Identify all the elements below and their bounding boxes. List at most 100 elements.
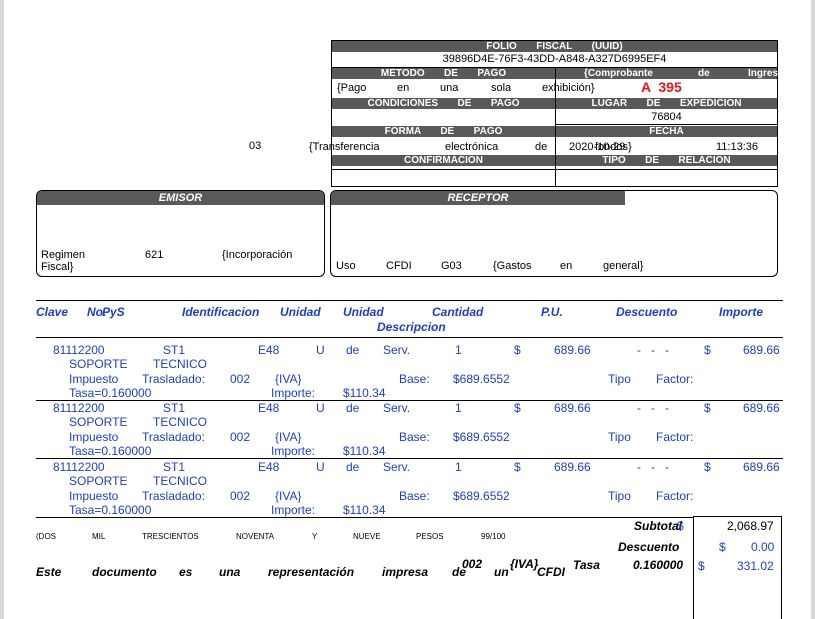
row-clave: 81112200 [53, 343, 105, 357]
lugar-label: LUGAR DE EXPEDICION [591, 98, 742, 109]
fecha-time: 11:13:36 [716, 141, 759, 153]
row-cantidad: 1 [455, 343, 462, 357]
row-importe: 689.66 [743, 401, 780, 415]
page-frame-left [0, 0, 4, 619]
row-descuento: - - - [637, 401, 669, 415]
col-header-clave: Clave [36, 305, 69, 319]
metodo-pago-word: sola [491, 82, 512, 94]
col-header-identificacion: Identificacion [182, 305, 260, 319]
col-header-descripcion: Descripcion [377, 320, 446, 334]
forma-pago-code: 03 [249, 140, 262, 152]
receptor-uso-word: en [560, 260, 573, 272]
leyenda-word: representación [268, 565, 355, 579]
row-ident: ST1 [163, 343, 186, 357]
row-base: $689.6552 [453, 430, 510, 444]
row-tax-code: 002 [230, 372, 251, 386]
row-impuesto: Impuesto [69, 430, 119, 444]
importe-letra-word: NOVENTA [236, 532, 275, 541]
row-base-label: Base: [399, 430, 430, 444]
page-frame-right [811, 0, 815, 619]
row-unidad: E48 [258, 460, 280, 474]
row-importe-impuesto: $110.34 [343, 503, 386, 517]
col-header-pu: P.U. [541, 305, 563, 319]
confirmacion-label: CONFIRMACION [404, 155, 483, 166]
row-importe-label: Importe: [271, 444, 316, 458]
row-serv: Serv. [383, 401, 411, 415]
row-tasa: Tasa=0.160000 [69, 503, 152, 517]
importe-letra-word: NUEVE [353, 532, 381, 541]
row-trasladado: Trasladado: [142, 489, 205, 503]
tipo-relacion-header: TIPO DE RELACION [556, 155, 777, 166]
comprobante-word: {Comprobante [584, 68, 653, 79]
row-pu-sign: $ [514, 401, 521, 415]
row-unidad: E48 [258, 401, 280, 415]
forma-pago-label: FORMA DE PAGO [384, 126, 503, 137]
row-desc-2: TECNICO [153, 357, 207, 371]
row-importe-impuesto: $110.34 [343, 444, 386, 458]
leyenda-word: CFDI [537, 565, 565, 579]
forma-pago-word: electrónica [445, 141, 499, 153]
confirmacion-header: CONFIRMACION [332, 155, 555, 166]
row-impuesto: Impuesto [69, 372, 119, 386]
importe-letra-word: TRESCIENTOS [142, 532, 199, 541]
row-tipo: Tipo [608, 430, 631, 444]
metodo-pago-header: METODO DE PAGO [332, 68, 555, 79]
receptor-title: RECEPTOR [331, 191, 625, 205]
receptor-uso-word: G03 [441, 260, 462, 272]
row-ident: ST1 [163, 401, 186, 415]
row-desc-1: SOPORTE [69, 357, 128, 371]
row-desc-2: TECNICO [153, 415, 207, 429]
col-header-importe: Importe [719, 305, 764, 319]
metodo-pago-word: una [440, 82, 459, 94]
subtotal-label: Subtotal [634, 519, 682, 533]
row-desc-1: SOPORTE [69, 474, 128, 488]
leyenda-tax-code: 002 [462, 557, 483, 571]
receptor-uso-word: {Gastos [493, 260, 532, 272]
row-u: U [316, 401, 325, 415]
receptor-uso-word: Uso [336, 260, 356, 272]
row-tipo: Tipo [608, 372, 631, 386]
emisor-box: EMISOR Regimen Fiscal} 621 {Incorporació… [36, 190, 325, 277]
row-pu: 689.66 [554, 401, 591, 415]
leyenda-word: una [219, 565, 241, 579]
leyenda-iva: {IVA} [510, 557, 539, 571]
serie-folio: A 395 [641, 79, 682, 95]
row-importe-label: Importe: [271, 503, 316, 517]
row-serv: Serv. [383, 460, 411, 474]
subtotal-sign: $ [677, 519, 684, 533]
metodo-pago-word: exhibición} [542, 82, 595, 94]
row-descuento: - - - [637, 460, 669, 474]
row-importe-impuesto: $110.34 [343, 386, 386, 400]
metodo-pago-label: METODO DE PAGO [380, 68, 507, 79]
descuento-label: Descuento [618, 540, 680, 554]
row-pu: 689.66 [554, 460, 591, 474]
leyenda-word: es [179, 565, 193, 579]
importe-letra-word: MIL [92, 532, 106, 541]
fiscal-header-grid: FOLIO FISCAL (UUID) 39896D4E-76F3-43DD-A… [309, 40, 778, 187]
row-cantidad: 1 [455, 460, 462, 474]
row-ident: ST1 [163, 460, 186, 474]
leyenda-word: documento [92, 565, 157, 579]
row-pu-sign: $ [514, 460, 521, 474]
row-de: de [346, 401, 360, 415]
row-importe-sign: $ [704, 460, 711, 474]
row-tasa: Tasa=0.160000 [69, 386, 152, 400]
condiciones-header: CONDICIONES DE PAGO [332, 98, 555, 109]
row-descuento: - - - [637, 343, 669, 357]
row-clave: 81112200 [53, 460, 105, 474]
row-tasa: Tasa=0.160000 [69, 444, 152, 458]
receptor-uso-word: CFDI [386, 260, 412, 272]
row-tax-code: 002 [230, 489, 251, 503]
leyenda-tasa-value: 0.160000 [633, 558, 684, 572]
col-header-pys: PyS [102, 305, 125, 319]
row-factor: Factor: [656, 372, 694, 386]
emisor-regimen-label-2: Fiscal} [41, 261, 74, 273]
row-serv: Serv. [383, 343, 411, 357]
col-header-unidad-desc: Unidad [343, 305, 384, 319]
lugar-header: LUGAR DE EXPEDICION [556, 98, 777, 109]
row-desc-1: SOPORTE [69, 415, 128, 429]
tipo-relacion-label: TIPO DE RELACION [602, 155, 731, 166]
descuento-sign: $ [719, 540, 726, 554]
row-clave: 81112200 [53, 401, 105, 415]
subtotal-value: 2,068.97 [727, 519, 774, 533]
